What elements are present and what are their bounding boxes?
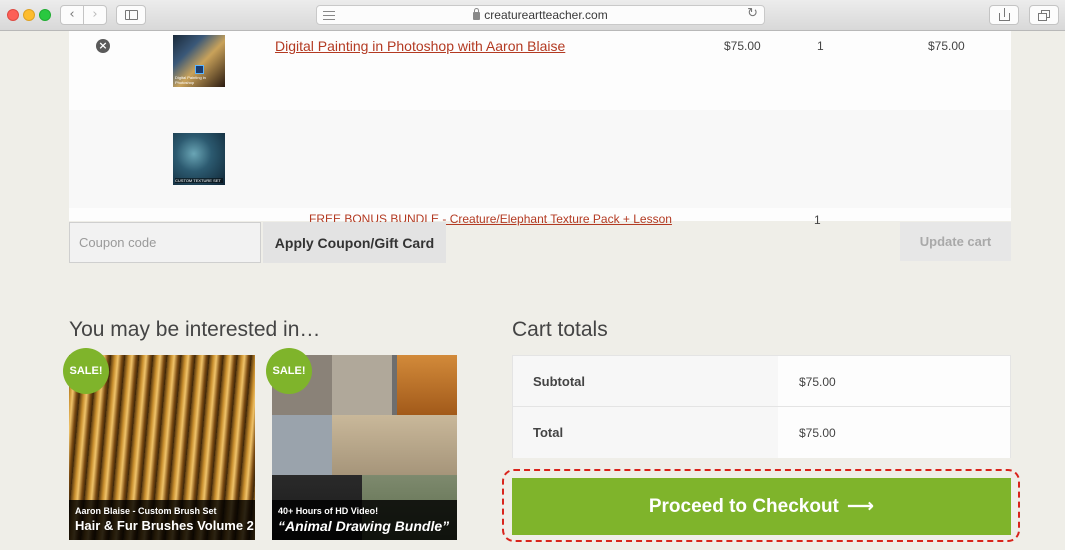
item-quantity: 1 bbox=[814, 213, 821, 227]
update-cart-button[interactable]: Update cart bbox=[900, 222, 1011, 261]
cart-item-row: CUSTOM TEXTURE SET FREE BONUS BUNDLE - C… bbox=[69, 110, 1011, 227]
item-subtotal: $75.00 bbox=[928, 39, 965, 53]
share-button[interactable] bbox=[989, 5, 1019, 25]
digital-painting-thumbnail[interactable]: Digital Painting in Photoshop bbox=[173, 35, 225, 87]
photoshop-logo-icon bbox=[195, 65, 204, 74]
product-subtitle: 40+ Hours of HD Video! bbox=[278, 506, 379, 516]
proceed-to-checkout-button[interactable]: Proceed to Checkout ⟶ bbox=[512, 478, 1011, 535]
product-caption: 40+ Hours of HD Video! “Animal Drawing B… bbox=[272, 500, 457, 540]
forward-button[interactable]: › bbox=[83, 5, 107, 25]
show-tabs-button[interactable] bbox=[1029, 5, 1059, 25]
sidebar-icon bbox=[125, 10, 138, 20]
product-title: Hair & Fur Brushes Volume 2 bbox=[75, 518, 254, 533]
sale-badge: SALE! bbox=[266, 348, 312, 394]
reload-icon[interactable]: ↻ bbox=[747, 6, 758, 21]
total-label: Total bbox=[513, 407, 778, 458]
thumbnail-caption: Digital Painting in Photoshop bbox=[175, 75, 206, 85]
product-link[interactable]: Digital Painting in Photoshop with Aaron… bbox=[275, 38, 565, 54]
cart-totals-table: Subtotal $75.00 Total $75.00 bbox=[512, 355, 1011, 458]
address-bar[interactable]: creatureartteacher.com ↻ bbox=[316, 5, 765, 25]
cart-totals-heading: Cart totals bbox=[512, 318, 608, 341]
product-caption: Aaron Blaise - Custom Brush Set Hair & F… bbox=[69, 500, 255, 540]
sale-badge: SALE! bbox=[63, 348, 109, 394]
cross-sells-heading: You may be interested in… bbox=[69, 318, 321, 341]
sidebar-toggle-button[interactable] bbox=[116, 5, 146, 25]
product-title: “Animal Drawing Bundle” bbox=[278, 518, 450, 534]
zoom-window-icon[interactable] bbox=[39, 9, 51, 21]
chevron-right-icon: › bbox=[92, 7, 98, 22]
url-text: creatureartteacher.com bbox=[484, 8, 608, 22]
cart-item-row: × Digital Painting in Photoshop Digital … bbox=[69, 31, 1011, 110]
cart-table: × Digital Painting in Photoshop Digital … bbox=[69, 31, 1011, 227]
thumbnail-caption: CUSTOM TEXTURE SET bbox=[175, 178, 223, 183]
url-display: creatureartteacher.com bbox=[317, 8, 764, 22]
item-quantity: 1 bbox=[817, 39, 824, 53]
texture-pack-thumbnail[interactable]: CUSTOM TEXTURE SET bbox=[173, 133, 225, 185]
remove-item-icon[interactable]: × bbox=[96, 39, 110, 53]
total-row: Total $75.00 bbox=[513, 407, 1010, 458]
subtotal-label: Subtotal bbox=[513, 356, 778, 406]
chevron-left-icon: ‹ bbox=[69, 7, 75, 22]
back-button[interactable]: ‹ bbox=[60, 5, 84, 25]
share-arrow-icon bbox=[1004, 8, 1005, 17]
item-price: $75.00 bbox=[724, 39, 761, 53]
apply-coupon-button[interactable]: Apply Coupon/Gift Card bbox=[263, 222, 446, 263]
total-value: $75.00 bbox=[778, 407, 1010, 458]
subtotal-row: Subtotal $75.00 bbox=[513, 356, 1010, 407]
lock-icon bbox=[473, 8, 481, 20]
checkout-label: Proceed to Checkout bbox=[648, 496, 839, 517]
subtotal-value: $75.00 bbox=[778, 356, 1010, 406]
tabs-icon-front bbox=[1038, 13, 1047, 21]
close-window-icon[interactable] bbox=[7, 9, 19, 21]
coupon-code-input[interactable] bbox=[69, 222, 261, 263]
minimize-window-icon[interactable] bbox=[23, 9, 35, 21]
browser-toolbar: ‹ › creatureartteacher.com ↻ bbox=[0, 0, 1065, 31]
arrow-right-icon: ⟶ bbox=[846, 495, 875, 517]
product-subtitle: Aaron Blaise - Custom Brush Set bbox=[75, 506, 217, 516]
